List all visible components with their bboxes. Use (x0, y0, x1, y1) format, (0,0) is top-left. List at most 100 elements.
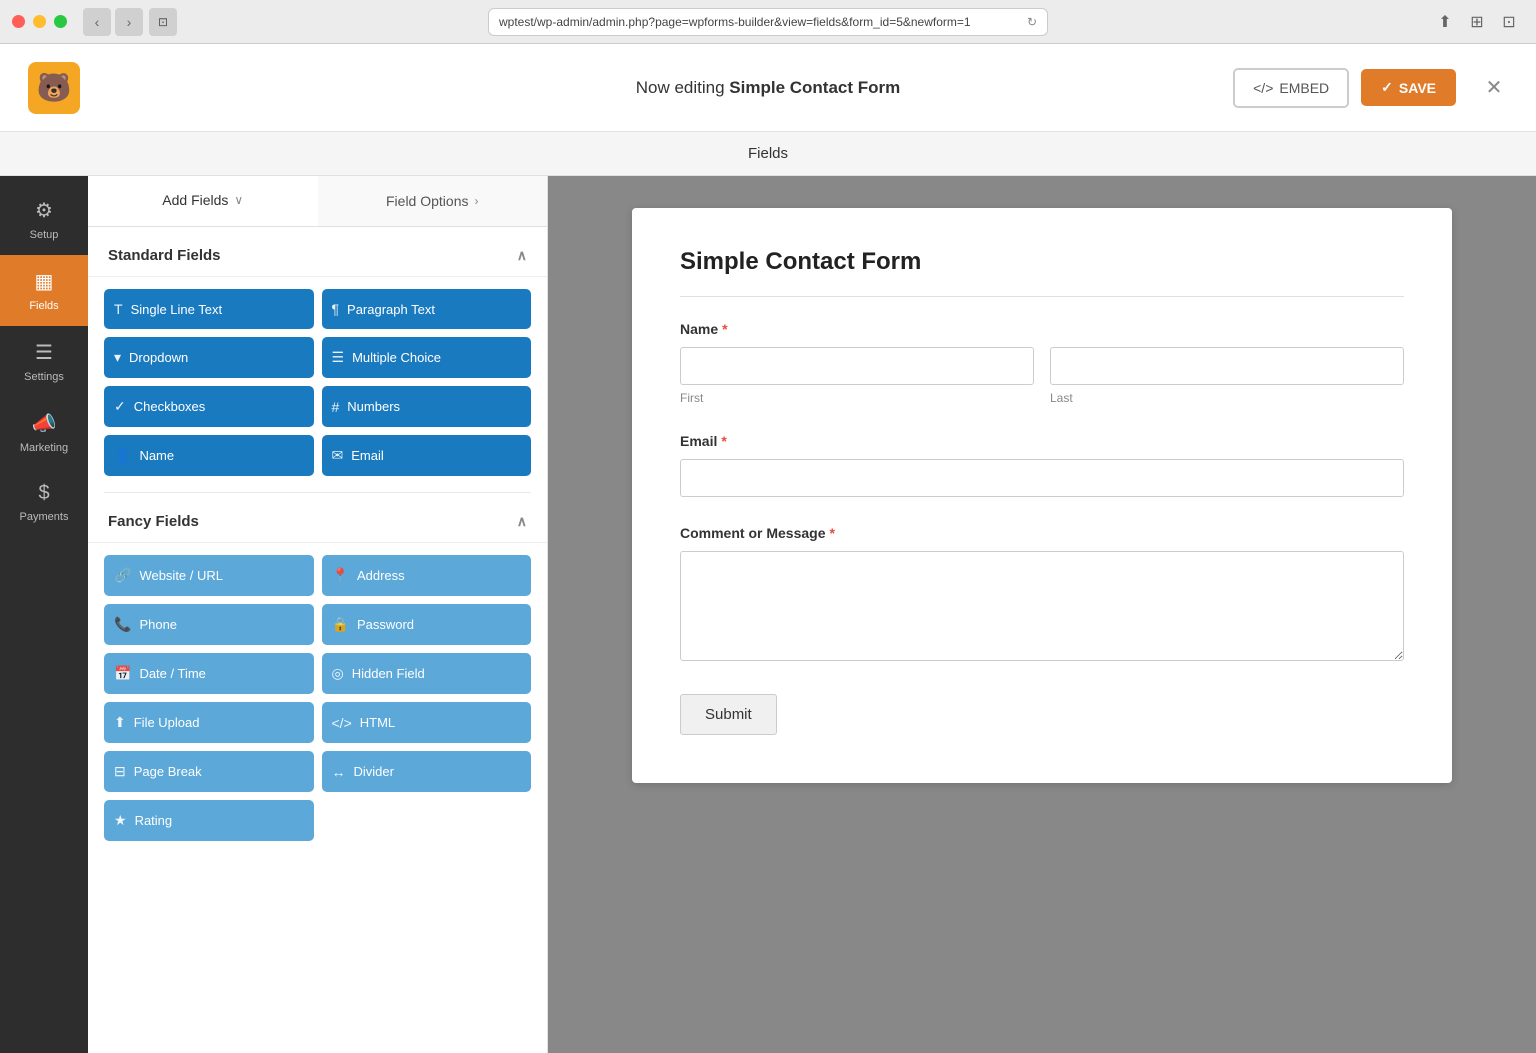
page-break-icon: ⊟ (114, 763, 126, 780)
email-input[interactable] (680, 459, 1404, 497)
field-btn-checkboxes[interactable]: ✓ Checkboxes (104, 386, 314, 427)
field-btn-email[interactable]: ✉ Email (322, 435, 532, 476)
refresh-button[interactable]: ↻ (1027, 15, 1037, 29)
lock-icon: 🔒 (332, 616, 349, 633)
minimize-window-button[interactable] (33, 15, 46, 28)
html-icon: </> (332, 715, 352, 731)
standard-fields-section[interactable]: Standard Fields ∧ (88, 231, 547, 277)
form-field-email: Email * (680, 433, 1404, 497)
field-btn-phone[interactable]: 📞 Phone (104, 604, 314, 645)
url-text: wptest/wp-admin/admin.php?page=wpforms-b… (499, 15, 971, 29)
fancy-fields-grid: 🔗 Website / URL 📍 Address 📞 Phone 🔒 Pass… (88, 543, 547, 853)
star-icon: ★ (114, 812, 127, 829)
email-icon: ✉ (332, 447, 344, 464)
new-tab-icon[interactable]: ⊞ (1466, 11, 1488, 33)
maximize-window-button[interactable] (54, 15, 67, 28)
tab-field-options[interactable]: Field Options › (318, 176, 548, 226)
main-layout: ⚙ Setup ▦ Fields ☰ Settings 📣 Marketing … (0, 176, 1536, 1053)
upload-icon: ⬆ (114, 714, 126, 731)
first-sub-label: First (680, 391, 1034, 405)
forward-button[interactable]: › (115, 8, 143, 36)
payments-icon: $ (38, 482, 49, 505)
field-btn-file-upload[interactable]: ⬆ File Upload (104, 702, 314, 743)
close-window-button[interactable] (12, 15, 25, 28)
embed-code-icon: </> (1253, 80, 1273, 96)
form-field-name: Name * First Last (680, 321, 1404, 405)
field-btn-date-time[interactable]: 📅 Date / Time (104, 653, 314, 694)
required-star: * (829, 525, 834, 541)
field-btn-address[interactable]: 📍 Address (322, 555, 532, 596)
sidebar-item-fields[interactable]: ▦ Fields (0, 255, 88, 326)
sidebar-item-payments[interactable]: $ Payments (0, 468, 88, 537)
collapse-chevron-icon: ∧ (517, 247, 527, 264)
collapse-chevron-icon: ∧ (517, 513, 527, 530)
save-button[interactable]: ✓ SAVE (1361, 69, 1456, 106)
fields-tab-label: Fields (748, 145, 788, 162)
checkbox-icon: ✓ (114, 398, 126, 415)
settings-icon: ☰ (35, 340, 53, 365)
email-label: Email * (680, 433, 1404, 449)
fancy-fields-section[interactable]: Fancy Fields ∧ (88, 497, 547, 543)
sidebar-nav: ⚙ Setup ▦ Fields ☰ Settings 📣 Marketing … (0, 176, 88, 1053)
sidebar-item-marketing[interactable]: 📣 Marketing (0, 397, 88, 468)
check-icon: ✓ (1381, 79, 1393, 96)
field-btn-numbers[interactable]: # Numbers (322, 386, 532, 427)
back-button[interactable]: ‹ (83, 8, 111, 36)
field-btn-website-url[interactable]: 🔗 Website / URL (104, 555, 314, 596)
last-sub-label: Last (1050, 391, 1404, 405)
first-name-input[interactable] (680, 347, 1034, 385)
setup-icon: ⚙ (35, 198, 53, 223)
sidebar-item-settings[interactable]: ☰ Settings (0, 326, 88, 397)
embed-button[interactable]: </> EMBED (1233, 68, 1349, 108)
person-icon: 👤 (114, 447, 131, 464)
list-icon: ☰ (332, 349, 345, 366)
field-btn-single-line-text[interactable]: T Single Line Text (104, 289, 314, 329)
phone-icon: 📞 (114, 616, 131, 633)
chevron-right-icon: › (474, 194, 478, 208)
fields-icon: ▦ (35, 269, 54, 294)
text-line-icon: T (114, 301, 123, 317)
field-btn-multiple-choice[interactable]: ☰ Multiple Choice (322, 337, 532, 378)
window-controls (12, 15, 67, 28)
panel-tabs: Add Fields ∨ Field Options › (88, 176, 547, 227)
required-star: * (721, 433, 726, 449)
comment-label: Comment or Message * (680, 525, 1404, 541)
form-preview-area: Simple Contact Form Name * First Last (548, 176, 1536, 1053)
field-btn-page-break[interactable]: ⊟ Page Break (104, 751, 314, 792)
field-btn-hidden-field[interactable]: ◎ Hidden Field (322, 653, 532, 694)
extensions-icon[interactable]: ⊡ (1498, 11, 1520, 33)
standard-fields-label: Standard Fields (108, 247, 221, 264)
field-btn-password[interactable]: 🔒 Password (322, 604, 532, 645)
field-btn-paragraph-text[interactable]: ¶ Paragraph Text (322, 289, 532, 329)
paragraph-icon: ¶ (332, 301, 340, 317)
title-bar: ‹ › ⊡ wptest/wp-admin/admin.php?page=wpf… (0, 0, 1536, 44)
fields-tab-bar: Fields (0, 132, 1536, 176)
marketing-icon: 📣 (32, 411, 57, 436)
sidebar-item-setup[interactable]: ⚙ Setup (0, 184, 88, 255)
divider-icon: ↔ (332, 764, 346, 780)
link-icon: 🔗 (114, 567, 131, 584)
chevron-down-icon: ∨ (234, 193, 243, 207)
tab-add-fields[interactable]: Add Fields ∨ (88, 176, 318, 226)
section-divider (104, 492, 531, 493)
comment-textarea[interactable] (680, 551, 1404, 661)
add-fields-tab-label: Add Fields (162, 192, 228, 208)
field-btn-html[interactable]: </> HTML (322, 702, 532, 743)
form-name-label: Simple Contact Form (729, 78, 900, 97)
header-actions: </> EMBED ✓ SAVE ✕ (1233, 68, 1512, 108)
calendar-icon: 📅 (114, 665, 131, 682)
editing-label: Now editing (636, 78, 725, 97)
field-btn-divider[interactable]: ↔ Divider (322, 751, 532, 792)
sidebar-item-label: Fields (29, 300, 58, 312)
first-name-col: First (680, 347, 1034, 405)
close-editor-button[interactable]: ✕ (1476, 70, 1512, 106)
last-name-input[interactable] (1050, 347, 1404, 385)
field-btn-rating[interactable]: ★ Rating (104, 800, 314, 841)
submit-button[interactable]: Submit (680, 694, 777, 735)
share-icon[interactable]: ⬆ (1434, 11, 1456, 33)
tab-view-button[interactable]: ⊡ (149, 8, 177, 36)
form-card: Simple Contact Form Name * First Last (632, 208, 1452, 783)
url-bar[interactable]: wptest/wp-admin/admin.php?page=wpforms-b… (488, 8, 1048, 36)
field-btn-dropdown[interactable]: ▾ Dropdown (104, 337, 314, 378)
field-btn-name[interactable]: 👤 Name (104, 435, 314, 476)
